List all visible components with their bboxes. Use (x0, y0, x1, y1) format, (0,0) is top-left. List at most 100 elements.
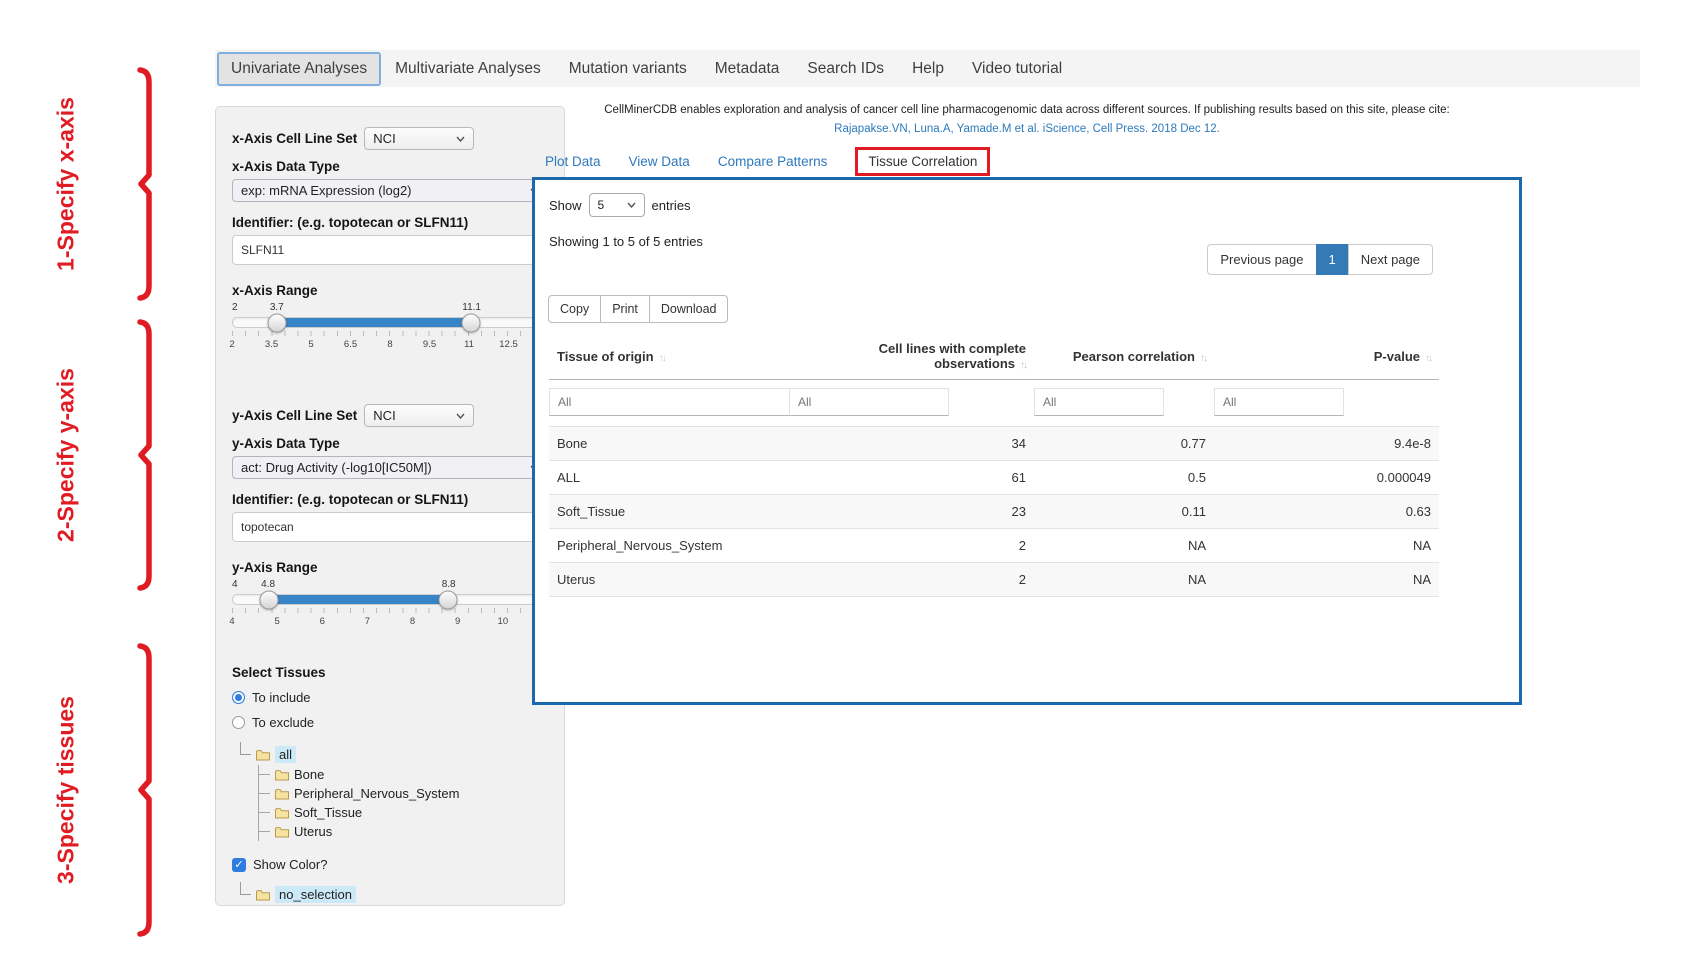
nav-tab-help[interactable]: Help (898, 52, 958, 86)
x-axis-range-slider[interactable]: 2 3.7 11.1 14 23.556.589.51112.514 (232, 302, 548, 362)
chevron-down-icon (456, 136, 465, 142)
tab-tissue-correlation[interactable]: Tissue Correlation (855, 147, 990, 176)
x-axis-data-type-value: exp: mRNA Expression (log2) (241, 183, 412, 198)
tree-label: no_selection (275, 886, 356, 903)
table-row[interactable]: Uterus 2 NA NA (549, 563, 1439, 597)
slider-tick-label: 8 (387, 339, 392, 350)
tree-label: Soft_Tissue (294, 805, 362, 820)
slider-tick-label: 9 (455, 616, 460, 627)
slider-tick-label: 10 (498, 616, 509, 627)
radio-to-include[interactable]: To include (232, 690, 548, 705)
annotation-label: 1-Specify x-axis (53, 97, 80, 271)
nav-tab-metadata[interactable]: Metadata (701, 52, 794, 86)
entries-label: entries (652, 198, 691, 213)
filter-input-pearson[interactable] (1034, 388, 1164, 416)
filter-input-cell-lines[interactable] (789, 388, 949, 416)
sort-icon[interactable]: ↑↓ (1020, 360, 1026, 371)
nav-tab-video-tutorial[interactable]: Video tutorial (958, 52, 1076, 86)
folder-icon (275, 807, 289, 819)
page-number-button[interactable]: 1 (1316, 244, 1349, 275)
y-axis-data-type-value: act: Drug Activity (-log10[IC50M]) (241, 460, 432, 475)
tree-item-all[interactable]: all (238, 744, 548, 765)
y-axis-data-type-label: y-Axis Data Type (232, 436, 548, 451)
annotation-specify-y-axis: 2-Specify y-axis (58, 318, 158, 592)
table-row[interactable]: Peripheral_Nervous_System 2 NA NA (549, 529, 1439, 563)
slider-tick-label: 5 (308, 339, 313, 350)
next-page-button[interactable]: Next page (1348, 244, 1433, 275)
y-axis-data-type-select[interactable]: act: Drug Activity (-log10[IC50M]) (232, 456, 548, 479)
red-brace (132, 318, 158, 592)
show-color-checkbox-row[interactable]: ✓ Show Color? (232, 857, 548, 872)
slider-high-value: 11.1 (462, 302, 481, 313)
download-button[interactable]: Download (649, 295, 729, 323)
slider-low-value: 4.8 (261, 579, 275, 590)
nav-tab-search-ids[interactable]: Search IDs (793, 52, 898, 86)
y-axis-identifier-input[interactable] (232, 512, 548, 542)
nav-tab-univariate-analyses[interactable]: Univariate Analyses (217, 52, 381, 86)
slider-handle-low[interactable] (268, 313, 287, 332)
radio-to-exclude[interactable]: To exclude (232, 715, 548, 730)
tab-view-data[interactable]: View Data (629, 154, 690, 169)
tree-connector (240, 742, 251, 755)
checkbox-checked[interactable]: ✓ (232, 858, 246, 872)
column-header-tissue-of-origin[interactable]: Tissue of origin↑↓ (549, 333, 789, 380)
slider-tick-label: 7 (365, 616, 370, 627)
folder-icon (275, 826, 289, 838)
nav-tab-mutation-variants[interactable]: Mutation variants (555, 52, 701, 86)
slider-fill (269, 595, 448, 604)
table-row[interactable]: Bone 34 0.77 9.4e-8 (549, 427, 1439, 461)
x-axis-identifier-input[interactable] (232, 235, 548, 265)
select-tissues-title: Select Tissues (232, 665, 548, 680)
to-exclude-label: To exclude (252, 715, 314, 730)
slider-tick-label: 6.5 (344, 339, 357, 350)
copy-button[interactable]: Copy (548, 295, 601, 323)
chevron-down-icon (456, 413, 465, 419)
x-axis-identifier-label: Identifier: (e.g. topotecan or SLFN11) (232, 215, 548, 230)
tree-item-no-selection[interactable]: no_selection (238, 884, 548, 905)
slider-tick-label: 6 (320, 616, 325, 627)
tab-compare-patterns[interactable]: Compare Patterns (718, 154, 828, 169)
show-color-label: Show Color? (253, 857, 327, 872)
tree-item-peripheral-nervous-system[interactable]: Peripheral_Nervous_System (259, 784, 548, 803)
x-axis-data-type-select[interactable]: exp: mRNA Expression (log2) (232, 179, 548, 202)
radio-button[interactable] (232, 716, 245, 729)
x-axis-cell-line-set-select[interactable]: NCI (364, 127, 474, 150)
tree-connector (240, 882, 251, 895)
tree-item-uterus[interactable]: Uterus (259, 822, 548, 841)
column-header-p-value[interactable]: P-value↑↓ (1214, 333, 1439, 380)
tree-item-soft-tissue[interactable]: Soft_Tissue (259, 803, 548, 822)
column-header-cell-lines[interactable]: Cell lines with complete observations↑↓ (789, 333, 1034, 380)
slider-min-label: 2 (232, 302, 238, 313)
table-row[interactable]: Soft_Tissue 23 0.11 0.63 (549, 495, 1439, 529)
slider-track[interactable] (232, 594, 548, 605)
column-header-pearson-correlation[interactable]: Pearson correlation↑↓ (1034, 333, 1214, 380)
sort-icon[interactable]: ↑↓ (1425, 353, 1431, 364)
previous-page-button[interactable]: Previous page (1207, 244, 1316, 275)
y-axis-cell-line-set-value: NCI (373, 408, 395, 423)
tree-item-bone[interactable]: Bone (259, 765, 548, 784)
chevron-down-icon (627, 202, 636, 208)
tissue-tree: all Bone Peripheral_Nervous_System Soft_… (238, 744, 548, 841)
y-axis-range-slider[interactable]: 4 4.8 8.8 11 4567891011 (232, 579, 548, 639)
citation-link[interactable]: Rajapakse.VN, Luna.A, Yamade.M et al. iS… (532, 123, 1522, 135)
tab-plot-data[interactable]: Plot Data (545, 154, 601, 169)
folder-icon (275, 769, 289, 781)
radio-button-selected[interactable] (232, 691, 245, 704)
slider-handle-high[interactable] (462, 313, 481, 332)
print-button[interactable]: Print (600, 295, 650, 323)
slider-fill (277, 318, 471, 327)
slider-min-label: 4 (232, 579, 238, 590)
slider-handle-high[interactable] (439, 590, 458, 609)
table-row[interactable]: ALL 61 0.5 0.000049 (549, 461, 1439, 495)
filter-input-p-value[interactable] (1214, 388, 1344, 416)
sort-icon[interactable]: ↑↓ (1200, 353, 1206, 364)
filter-input-tissue[interactable] (549, 388, 799, 416)
y-axis-range-label: y-Axis Range (232, 560, 548, 575)
nav-tab-multivariate-analyses[interactable]: Multivariate Analyses (381, 52, 555, 86)
slider-handle-low[interactable] (259, 590, 278, 609)
entries-per-page-select[interactable]: 5 (589, 193, 645, 217)
sort-icon[interactable]: ↑↓ (659, 353, 665, 364)
y-axis-cell-line-set-select[interactable]: NCI (364, 404, 474, 427)
slider-track[interactable] (232, 317, 548, 328)
tree-label: Peripheral_Nervous_System (294, 786, 459, 801)
